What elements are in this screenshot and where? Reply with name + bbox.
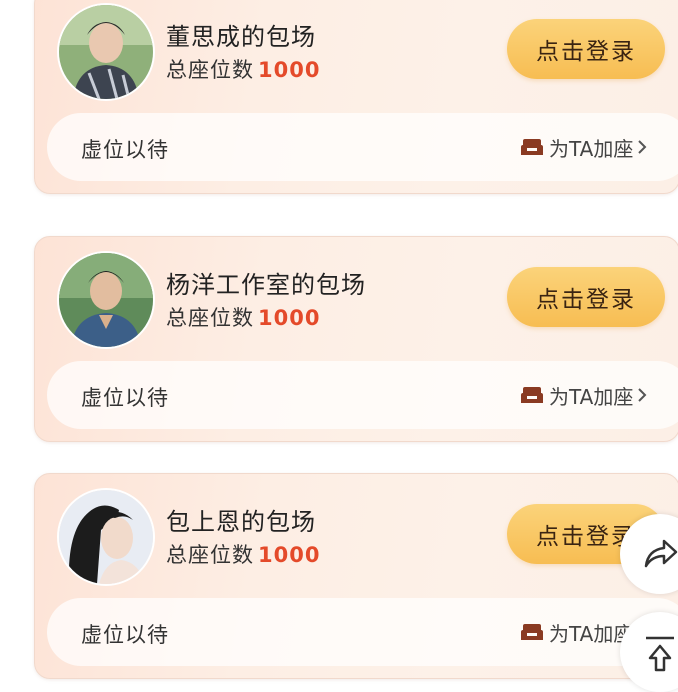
seat-total: 总座位数 1000 xyxy=(166,302,320,332)
sofa-icon xyxy=(521,622,543,642)
sofa-icon xyxy=(521,137,543,157)
seat-count: 1000 xyxy=(258,58,321,82)
seat-label: 总座位数 xyxy=(166,543,254,567)
seat-row: 虚位以待 为TA加座 xyxy=(47,113,678,181)
add-seat-label: 为TA加座 xyxy=(549,384,634,409)
seat-label: 总座位数 xyxy=(166,306,254,330)
seat-count: 1000 xyxy=(258,543,321,567)
chevron-right-icon xyxy=(637,139,647,155)
waiting-text: 虚位以待 xyxy=(81,138,169,162)
host-avatar[interactable] xyxy=(57,3,155,101)
seat-row: 虚位以待 为TA加座 xyxy=(47,598,678,666)
share-arrow-icon xyxy=(644,539,678,568)
add-seat-link[interactable]: 为TA加座 xyxy=(521,380,647,410)
login-button[interactable]: 点击登录 xyxy=(507,267,665,327)
host-name: 杨洋工作室的包场 xyxy=(166,271,366,299)
login-button[interactable]: 点击登录 xyxy=(507,19,665,79)
host-name: 董思成的包场 xyxy=(166,23,316,51)
live-room-card: 包上恩的包场 总座位数 1000 点击登录 虚位以待 为TA加座 xyxy=(34,473,678,679)
host-name: 包上恩的包场 xyxy=(166,508,316,536)
waiting-text: 虚位以待 xyxy=(81,623,169,647)
waiting-text: 虚位以待 xyxy=(81,386,169,410)
add-seat-label: 为TA加座 xyxy=(549,136,634,161)
seat-row: 虚位以待 为TA加座 xyxy=(47,361,678,429)
seat-total: 总座位数 1000 xyxy=(166,539,320,569)
seat-count: 1000 xyxy=(258,306,321,330)
back-to-top-icon xyxy=(646,636,674,672)
sofa-icon xyxy=(521,385,543,405)
seat-label: 总座位数 xyxy=(166,58,254,82)
live-room-card: 杨洋工作室的包场 总座位数 1000 点击登录 虚位以待 为TA加座 xyxy=(34,236,678,442)
add-seat-link[interactable]: 为TA加座 xyxy=(521,132,647,162)
chevron-right-icon xyxy=(637,387,647,403)
host-avatar[interactable] xyxy=(57,251,155,349)
live-room-card: 董思成的包场 总座位数 1000 点击登录 虚位以待 为TA加座 xyxy=(34,0,678,194)
seat-total: 总座位数 1000 xyxy=(166,54,320,84)
host-avatar[interactable] xyxy=(57,488,155,586)
